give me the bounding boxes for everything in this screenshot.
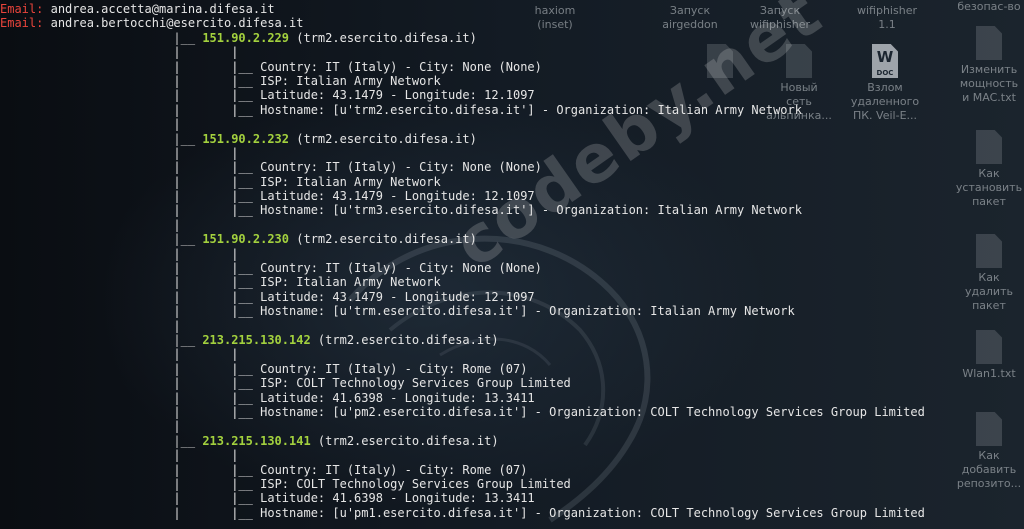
country-text: Country: IT (Italy) - City: None (None) [260,160,542,175]
detail-line: | |__ Hostname: [u'trm3.esercito.difesa.… [173,203,802,218]
detail-line: | |__ ISP: Italian Army Network [173,275,441,290]
hostname-text: Hostname: [u'pm1.esercito.difesa.it'] - … [260,505,925,520]
tree-line: | | [173,45,239,60]
country-text: Country: IT (Italy) - City: None (None) [260,261,542,276]
detail-line: | |__ Latitude: 41.6398 - Longitude: 13.… [173,390,535,405]
email-value: andrea.bertocchi@esercito.difesa.it [50,16,304,31]
tree-line: | | [173,347,239,362]
host-line: |__ 213.215.130.142 (trm2.esercito.difes… [173,332,499,347]
host-line: |__ 151.90.2.229 (trm2.esercito.difesa.i… [173,30,477,45]
blank-line: | [173,117,181,132]
coords-text: Latitude: 43.1479 - Longitude: 12.1097 [260,88,535,103]
detail-line: | |__ Latitude: 43.1479 - Longitude: 12.… [173,189,535,204]
blank-line: | [173,318,181,333]
ip-address: 151.90.2.232 [202,131,290,146]
detail-line: | |__ ISP: Italian Army Network [173,73,441,88]
hostname-text: Hostname: [u'pm2.esercito.difesa.it'] - … [260,404,925,419]
isp-text: ISP: Italian Army Network [260,275,441,290]
hostname-text: Hostname: [u'trm3.esercito.difesa.it'] -… [260,203,802,218]
coords-text: Latitude: 41.6398 - Longitude: 13.3411 [260,390,535,405]
detail-line: | |__ Hostname: [u'pm1.esercito.difesa.i… [173,505,925,520]
detail-line: | |__ ISP: Italian Army Network [173,174,441,189]
terminal-output[interactable]: Email: andrea.accetta@marina.difesa.it E… [0,2,1024,520]
tree-line: | | [173,246,239,261]
email-label: Email: [0,2,44,16]
detail-line: | |__ Latitude: 41.6398 - Longitude: 13.… [173,491,535,506]
ip-address: 151.90.2.229 [202,30,290,45]
host-domain: (trm2.esercito.difesa.it) [296,30,477,45]
detail-line: | |__ Hostname: [u'trm.esercito.difesa.i… [173,304,795,319]
email-label: Email: [0,16,44,31]
coords-text: Latitude: 43.1479 - Longitude: 12.1097 [260,189,535,204]
tree-line: | | [173,145,239,160]
host-domain: (trm2.esercito.difesa.it) [296,131,477,146]
host-line: |__ 151.90.2.232 (trm2.esercito.difesa.i… [173,131,477,146]
detail-line: | |__ Country: IT (Italy) - City: None (… [173,59,542,74]
email-line: Email: andrea.bertocchi@esercito.difesa.… [0,16,1024,30]
detail-line: | |__ Country: IT (Italy) - City: None (… [173,261,542,276]
blank-line: | [173,419,181,434]
hostname-text: Hostname: [u'trm2.esercito.difesa.it'] -… [260,102,802,117]
detail-line: | |__ Latitude: 43.1479 - Longitude: 12.… [173,289,535,304]
host-domain: (trm2.esercito.difesa.it) [296,232,477,247]
detail-line: | |__ Country: IT (Italy) - City: Rome (… [173,462,528,477]
tree-line: | | [173,448,239,463]
detail-line: | |__ Hostname: [u'pm2.esercito.difesa.i… [173,404,925,419]
hostname-text: Hostname: [u'trm.esercito.difesa.it'] - … [260,304,795,319]
country-text: Country: IT (Italy) - City: Rome (07) [260,462,528,477]
isp-text: ISP: COLT Technology Services Group Limi… [260,376,571,391]
blank-line: | [173,217,181,232]
email-line: Email: andrea.accetta@marina.difesa.it [0,2,1024,16]
detail-line: | |__ Hostname: [u'trm2.esercito.difesa.… [173,102,802,117]
ip-address: 213.215.130.141 [202,433,311,448]
isp-text: ISP: Italian Army Network [260,73,441,88]
host-line: |__ 151.90.2.230 (trm2.esercito.difesa.i… [173,232,477,247]
detail-line: | |__ Country: IT (Italy) - City: Rome (… [173,361,528,376]
country-text: Country: IT (Italy) - City: Rome (07) [260,361,528,376]
detail-line: | |__ Latitude: 43.1479 - Longitude: 12.… [173,88,535,103]
detail-line: | |__ ISP: COLT Technology Services Grou… [173,376,571,391]
ip-address: 151.90.2.230 [202,232,290,247]
host-line: |__ 213.215.130.141 (trm2.esercito.difes… [173,433,499,448]
isp-text: ISP: COLT Technology Services Group Limi… [260,476,571,491]
coords-text: Latitude: 43.1479 - Longitude: 12.1097 [260,289,535,304]
email-value: andrea.accetta@marina.difesa.it [50,2,275,16]
coords-text: Latitude: 41.6398 - Longitude: 13.3411 [260,491,535,506]
host-domain: (trm2.esercito.difesa.it) [317,332,499,347]
host-domain: (trm2.esercito.difesa.it) [317,433,499,448]
isp-text: ISP: Italian Army Network [260,174,441,189]
detail-line: | |__ ISP: COLT Technology Services Grou… [173,476,571,491]
ip-address: 213.215.130.142 [202,332,311,347]
detail-line: | |__ Country: IT (Italy) - City: None (… [173,160,542,175]
country-text: Country: IT (Italy) - City: None (None) [260,59,542,74]
